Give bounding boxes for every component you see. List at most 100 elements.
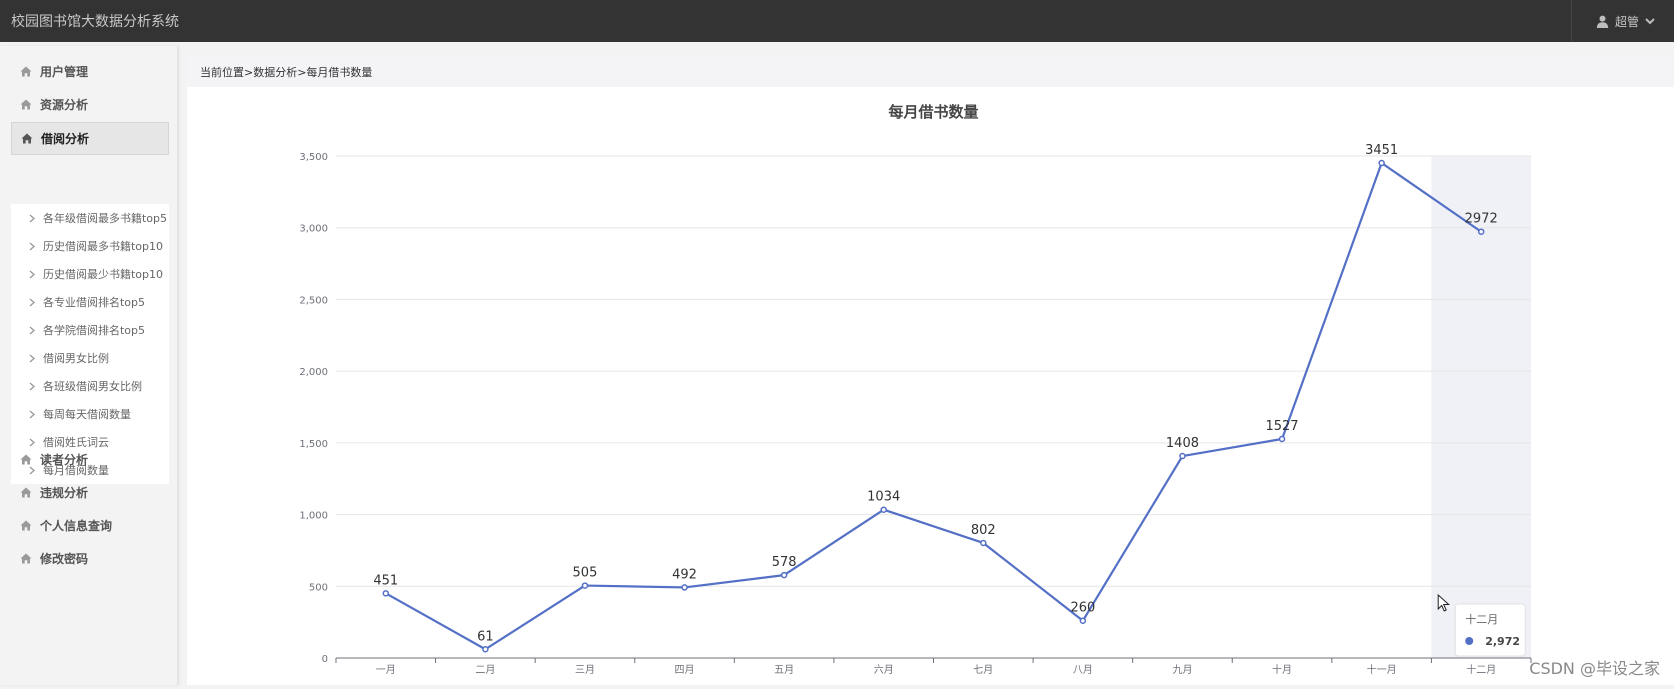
top-bar: 校园图书馆大数据分析系统 超管 bbox=[0, 0, 1674, 42]
user-icon bbox=[1596, 15, 1609, 28]
sidebar-item-label: 违规分析 bbox=[40, 486, 89, 500]
y-tick-label: 500 bbox=[309, 582, 328, 593]
sidebar-item-label: 借阅分析 bbox=[41, 132, 90, 146]
submenu-label: 每周每天借阅数量 bbox=[43, 408, 131, 421]
tooltip-marker bbox=[1465, 637, 1474, 645]
home-icon bbox=[20, 553, 32, 564]
data-label: 1408 bbox=[1166, 436, 1199, 451]
submenu-item[interactable]: 各学院借阅排名top5 bbox=[11, 316, 169, 344]
x-tick-label: 四月 bbox=[675, 664, 695, 676]
home-icon bbox=[21, 133, 33, 144]
submenu-item[interactable]: 借阅男女比例 bbox=[11, 344, 169, 372]
data-point bbox=[1378, 159, 1385, 167]
tooltip-value: 2,972 bbox=[1485, 635, 1520, 648]
home-icon bbox=[20, 99, 32, 110]
chevron-right-icon bbox=[29, 298, 35, 307]
sidebar-item-label: 个人信息查询 bbox=[40, 519, 113, 533]
sidebar-item-label: 用户管理 bbox=[40, 65, 89, 79]
sidebar-item-label: 读者分析 bbox=[40, 453, 89, 467]
data-label: 61 bbox=[477, 629, 494, 644]
x-tick-label: 六月 bbox=[874, 664, 894, 676]
submenu-label: 各年级借阅最多书籍top5 bbox=[43, 212, 168, 225]
sidebar-item-violation-analysis[interactable]: 违规分析 bbox=[11, 476, 169, 509]
breadcrumb-text: 当前位置>数据分析>每月借书数量 bbox=[200, 65, 373, 79]
x-tick-label: 八月 bbox=[1073, 664, 1093, 676]
data-point bbox=[1179, 452, 1186, 460]
data-label: 451 bbox=[373, 573, 398, 588]
tooltip-box bbox=[1454, 603, 1526, 657]
chevron-right-icon bbox=[29, 410, 35, 419]
home-icon bbox=[20, 66, 32, 77]
x-tick-label: 二月 bbox=[475, 664, 495, 676]
data-point bbox=[1477, 228, 1485, 235]
sidebar-item-change-password[interactable]: 修改密码 bbox=[11, 542, 169, 575]
x-tick-label: 五月 bbox=[774, 664, 794, 676]
y-tick-label: 1,000 bbox=[299, 511, 328, 522]
data-label: 1527 bbox=[1265, 419, 1298, 434]
data-label: 1034 bbox=[867, 490, 900, 505]
watermark: CSDN @毕设之家 bbox=[1529, 659, 1660, 678]
y-tick-label: 3,500 bbox=[299, 152, 328, 163]
x-tick-label: 三月 bbox=[575, 664, 595, 676]
submenu-item[interactable]: 各年级借阅最多书籍top5 bbox=[11, 204, 169, 232]
app-title: 校园图书馆大数据分析系统 bbox=[11, 14, 179, 30]
data-point bbox=[581, 582, 589, 589]
submenu-label: 各学院借阅排名top5 bbox=[43, 324, 146, 337]
submenu-label: 历史借阅最多书籍top10 bbox=[43, 240, 164, 253]
series-line bbox=[385, 161, 1482, 651]
submenu-item[interactable]: 各专业借阅排名top5 bbox=[11, 288, 169, 316]
y-tick-label: 3,000 bbox=[299, 224, 328, 235]
data-point bbox=[681, 584, 688, 591]
tooltip-label: 十二月 bbox=[1465, 612, 1498, 626]
sidebar-item-borrow-analysis[interactable]: 借阅分析 bbox=[11, 122, 169, 155]
sidebar: 用户管理 资源分析 借阅分析 各年级借阅最多书籍top5 历史借阅最多书籍top… bbox=[0, 46, 178, 685]
y-tick-label: 2,000 bbox=[299, 367, 328, 378]
data-point bbox=[1079, 617, 1087, 624]
home-icon bbox=[20, 487, 32, 498]
data-label: 802 bbox=[971, 523, 996, 538]
submenu-item[interactable]: 各班级借阅男女比例 bbox=[11, 372, 169, 400]
data-point bbox=[1278, 435, 1286, 443]
sidebar-item-personal-info[interactable]: 个人信息查询 bbox=[11, 509, 169, 542]
sidebar-item-reader-analysis[interactable]: 读者分析 bbox=[11, 443, 169, 476]
main-content: 当前位置>数据分析>每月借书数量 每月借书数量 0 500 1,000 1,500 2,0… bbox=[187, 56, 1674, 685]
chevron-right-icon bbox=[29, 326, 35, 335]
x-tick-label: 九月 bbox=[1172, 664, 1192, 676]
monthly-borrow-line-chart[interactable]: 每月借书数量 0 500 1,000 1,500 2,000 2,500 3,000 3,500… bbox=[187, 87, 1674, 685]
data-label: 492 bbox=[672, 567, 697, 582]
x-tick-label: 十一月 bbox=[1367, 663, 1397, 676]
submenu-label: 各专业借阅排名top5 bbox=[43, 296, 146, 309]
sidebar-item-user-management[interactable]: 用户管理 bbox=[11, 55, 169, 88]
chevron-right-icon bbox=[29, 354, 35, 363]
chart-title: 每月借书数量 bbox=[888, 103, 978, 121]
x-tick-label: 七月 bbox=[973, 664, 993, 676]
user-menu[interactable]: 超管 bbox=[1571, 0, 1674, 42]
sidebar-item-label: 资源分析 bbox=[40, 98, 89, 112]
sidebar-item-resource-analysis[interactable]: 资源分析 bbox=[11, 88, 169, 121]
sidebar-item-label: 修改密码 bbox=[40, 552, 89, 566]
chevron-down-icon bbox=[1645, 17, 1655, 25]
submenu-label: 各班级借阅男女比例 bbox=[43, 380, 142, 393]
data-point bbox=[482, 646, 489, 653]
data-label: 260 bbox=[1070, 601, 1095, 616]
chevron-right-icon bbox=[29, 382, 35, 391]
y-tick-label: 2,500 bbox=[299, 295, 328, 306]
submenu-item[interactable]: 历史借阅最多书籍top10 bbox=[11, 232, 169, 260]
chevron-right-icon bbox=[29, 242, 35, 251]
data-point bbox=[980, 539, 987, 547]
user-name: 超管 bbox=[1615, 14, 1640, 29]
submenu-item[interactable]: 每周每天借阅数量 bbox=[11, 400, 169, 428]
data-label: 3451 bbox=[1365, 143, 1398, 158]
data-label: 2972 bbox=[1465, 212, 1498, 227]
home-icon bbox=[20, 454, 32, 465]
submenu-item[interactable]: 历史借阅最少书籍top10 bbox=[11, 260, 169, 288]
data-label: 578 bbox=[772, 555, 797, 570]
x-tick-label: 一月 bbox=[376, 664, 396, 676]
breadcrumb: 当前位置>数据分析>每月借书数量 bbox=[187, 56, 1674, 87]
data-point bbox=[880, 506, 887, 513]
chart-container: 每月借书数量 0 500 1,000 1,500 2,000 2,500 3,000 3,500… bbox=[187, 87, 1674, 685]
borrow-analysis-submenu: 各年级借阅最多书籍top5 历史借阅最多书籍top10 历史借阅最少书籍top1… bbox=[11, 204, 169, 484]
data-point bbox=[780, 571, 788, 579]
y-tick-label: 1,500 bbox=[299, 439, 328, 450]
data-label: 505 bbox=[573, 566, 598, 581]
